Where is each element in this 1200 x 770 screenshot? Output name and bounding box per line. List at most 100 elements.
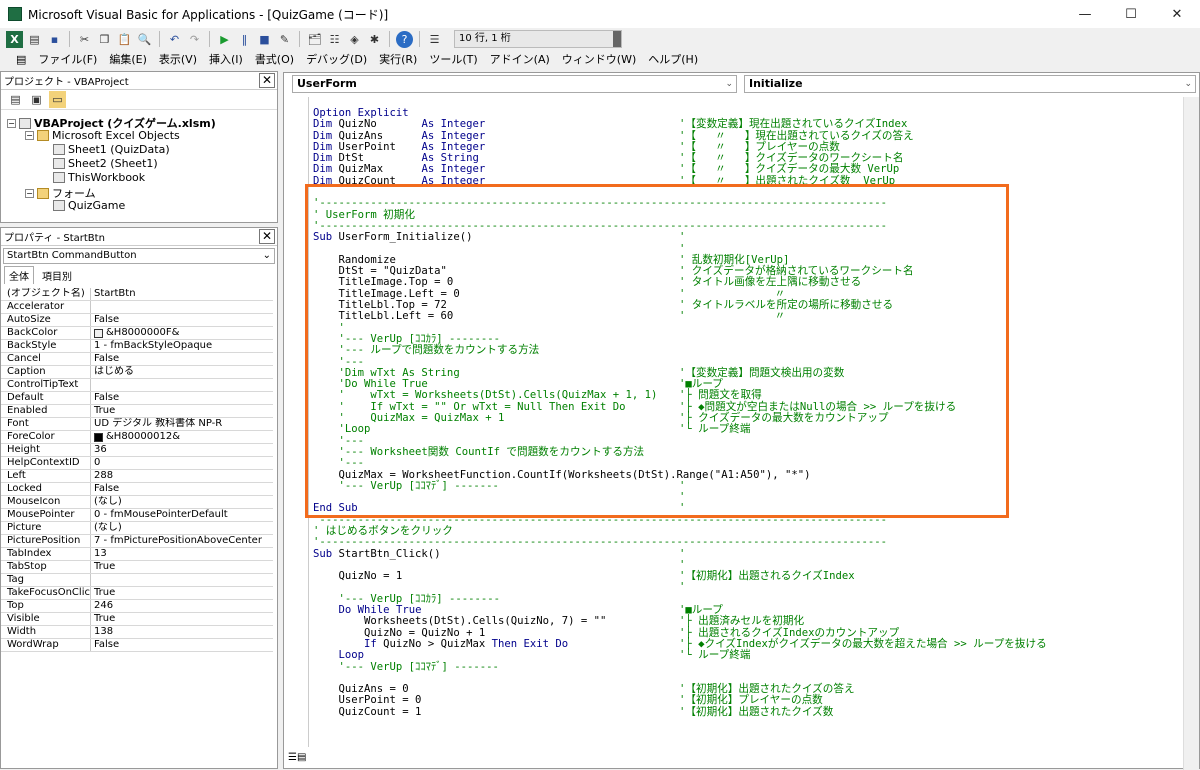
- property-row[interactable]: Visible True: [1, 613, 273, 626]
- property-row[interactable]: TakeFocusOnClick True: [1, 587, 273, 600]
- property-row[interactable]: ForeColor &H80000012&: [1, 431, 273, 444]
- property-value[interactable]: False: [91, 353, 273, 365]
- code-line[interactable]: '--- VerUp [ｺｺﾏﾃﾞ] ------- ': [313, 480, 1173, 492]
- code-line[interactable]: '---------------------------------------…: [313, 537, 1173, 548]
- project-explorer-icon[interactable]: 🗂: [306, 31, 323, 48]
- tree-sheet1[interactable]: Sheet1 (QuizData): [53, 143, 170, 156]
- code-line[interactable]: QuizNo = 1 '【初期化】出題されるクイズIndex: [313, 570, 1173, 582]
- help-icon[interactable]: ?: [396, 30, 413, 48]
- property-row[interactable]: Left 288: [1, 470, 273, 483]
- property-row[interactable]: (オブジェクト名) StartBtn: [1, 288, 273, 301]
- property-row[interactable]: MousePointer 0 - fmMousePointerDefault: [1, 509, 273, 522]
- property-value[interactable]: 0: [91, 457, 273, 469]
- property-row[interactable]: Caption はじめる: [1, 366, 273, 379]
- property-value[interactable]: True: [91, 561, 273, 573]
- code-line[interactable]: '--- VerUp [ｺｺﾏﾃﾞ] -------: [313, 661, 1173, 673]
- property-value[interactable]: (なし): [91, 522, 273, 534]
- property-row[interactable]: Enabled True: [1, 405, 273, 418]
- collapse-icon[interactable]: −: [7, 118, 16, 128]
- property-value[interactable]: True: [91, 405, 273, 417]
- tree-excel-objects[interactable]: − Microsoft Excel Objects: [25, 129, 180, 142]
- property-value[interactable]: 246: [91, 600, 273, 612]
- property-value[interactable]: False: [91, 483, 273, 495]
- property-row[interactable]: Height 36: [1, 444, 273, 457]
- menu-tools[interactable]: ツール(T): [423, 50, 483, 70]
- property-value[interactable]: 0 - fmMousePointerDefault: [91, 509, 273, 521]
- property-value[interactable]: True: [91, 587, 273, 599]
- copy-icon[interactable]: ❐: [96, 31, 113, 48]
- collapse-icon[interactable]: −: [25, 188, 34, 198]
- tab-all[interactable]: 全体: [4, 266, 34, 284]
- find-icon[interactable]: 🔍: [136, 31, 153, 48]
- code-line[interactable]: Dim QuizCount As Integer '【 〃 】出題されたクイズ数 …: [313, 175, 1173, 187]
- property-value[interactable]: False: [91, 314, 273, 326]
- property-value[interactable]: 36: [91, 444, 273, 456]
- code-editor[interactable]: Option Explicit Dim QuizNo As Integer '【変数…: [313, 107, 1173, 718]
- property-value[interactable]: [91, 301, 273, 313]
- code-line[interactable]: '--- VerUp [ｺｺｶﾗ] --------: [313, 593, 1173, 605]
- menu-edit[interactable]: 編集(E): [103, 50, 153, 70]
- property-row[interactable]: WordWrap False: [1, 639, 273, 652]
- property-row[interactable]: Cancel False: [1, 353, 273, 366]
- menu-addins[interactable]: アドイン(A): [484, 50, 556, 70]
- close-button[interactable]: ✕: [1154, 0, 1200, 28]
- property-row[interactable]: Locked False: [1, 483, 273, 496]
- menu-window[interactable]: ウィンドウ(W): [556, 50, 642, 70]
- code-line[interactable]: Sub StartBtn_Click() ': [313, 548, 1173, 560]
- vertical-scrollbar[interactable]: [1183, 97, 1199, 770]
- property-value[interactable]: [91, 379, 273, 391]
- property-value[interactable]: (なし): [91, 496, 273, 508]
- property-row[interactable]: BackColor &H8000000F&: [1, 327, 273, 340]
- break-icon[interactable]: ‖: [236, 31, 253, 48]
- menu-debug[interactable]: デバッグ(D): [300, 50, 373, 70]
- close-icon[interactable]: ✕: [259, 229, 275, 244]
- property-row[interactable]: Picture (なし): [1, 522, 273, 535]
- code-line[interactable]: Sub UserForm_Initialize() ': [313, 231, 1173, 243]
- toggle-folders-icon[interactable]: ▭: [49, 91, 66, 108]
- property-value[interactable]: &H8000000F&: [91, 327, 273, 339]
- view-code-icon[interactable]: ▤: [7, 91, 24, 108]
- property-row[interactable]: ControlTipText: [1, 379, 273, 392]
- design-mode-icon[interactable]: ✎: [276, 31, 293, 48]
- object-combo[interactable]: UserForm ⌄: [292, 75, 737, 93]
- tab-categorized[interactable]: 項目別: [38, 267, 76, 284]
- property-value[interactable]: True: [91, 613, 273, 625]
- close-icon[interactable]: ✕: [259, 73, 275, 88]
- menu-help[interactable]: ヘルプ(H): [642, 50, 704, 70]
- code-line[interactable]: QuizCount = 1 '【初期化】出題されたクイズ数: [313, 706, 1173, 718]
- property-value[interactable]: [91, 574, 273, 586]
- property-row[interactable]: PicturePosition 7 - fmPicturePositionAbov…: [1, 535, 273, 548]
- properties-window-icon[interactable]: ☷: [326, 31, 343, 48]
- maximize-button[interactable]: ☐: [1108, 0, 1154, 28]
- object-browser-icon[interactable]: ◈: [346, 31, 363, 48]
- property-value[interactable]: UD デジタル 教科書体 NP-R: [91, 418, 273, 430]
- property-value[interactable]: はじめる: [91, 366, 273, 378]
- property-row[interactable]: Default False: [1, 392, 273, 405]
- code-line[interactable]: 'Loop '└ ループ終端: [313, 424, 1173, 436]
- code-line[interactable]: '---------------------------------------…: [313, 198, 1173, 209]
- code-line[interactable]: 'Dim wTxt As String '【変数定義】問題文検出用の変数: [313, 367, 1173, 379]
- reset-icon[interactable]: ■: [256, 31, 273, 48]
- menu-file[interactable]: ファイル(F): [32, 50, 103, 70]
- property-row[interactable]: BackStyle 1 - fmBackStyleOpaque: [1, 340, 273, 353]
- cut-icon[interactable]: ✂: [76, 31, 93, 48]
- property-value[interactable]: 138: [91, 626, 273, 638]
- menu-icon[interactable]: ▤: [10, 50, 32, 70]
- property-value[interactable]: 288: [91, 470, 273, 482]
- undo-icon[interactable]: ↶: [166, 31, 183, 48]
- menu-run[interactable]: 実行(R): [373, 50, 423, 70]
- property-value[interactable]: 7 - fmPicturePositionAboveCenter: [91, 535, 273, 547]
- save-icon[interactable]: ▪: [46, 31, 63, 48]
- paste-icon[interactable]: 📋: [116, 31, 133, 48]
- property-row[interactable]: Tag: [1, 574, 273, 587]
- property-row[interactable]: Accelerator: [1, 301, 273, 314]
- property-value[interactable]: False: [91, 639, 273, 651]
- property-row[interactable]: Font UD デジタル 教科書体 NP-R: [1, 418, 273, 431]
- code-line[interactable]: '--- Worksheet関数 CountIf で問題数をカウントする方法: [313, 446, 1173, 458]
- tree-quizgame[interactable]: QuizGame: [53, 199, 125, 212]
- property-value[interactable]: 13: [91, 548, 273, 560]
- property-row[interactable]: TabStop True: [1, 561, 273, 574]
- toolbox-icon[interactable]: ✱: [366, 31, 383, 48]
- property-value[interactable]: False: [91, 392, 273, 404]
- code-line[interactable]: ': [313, 491, 1173, 503]
